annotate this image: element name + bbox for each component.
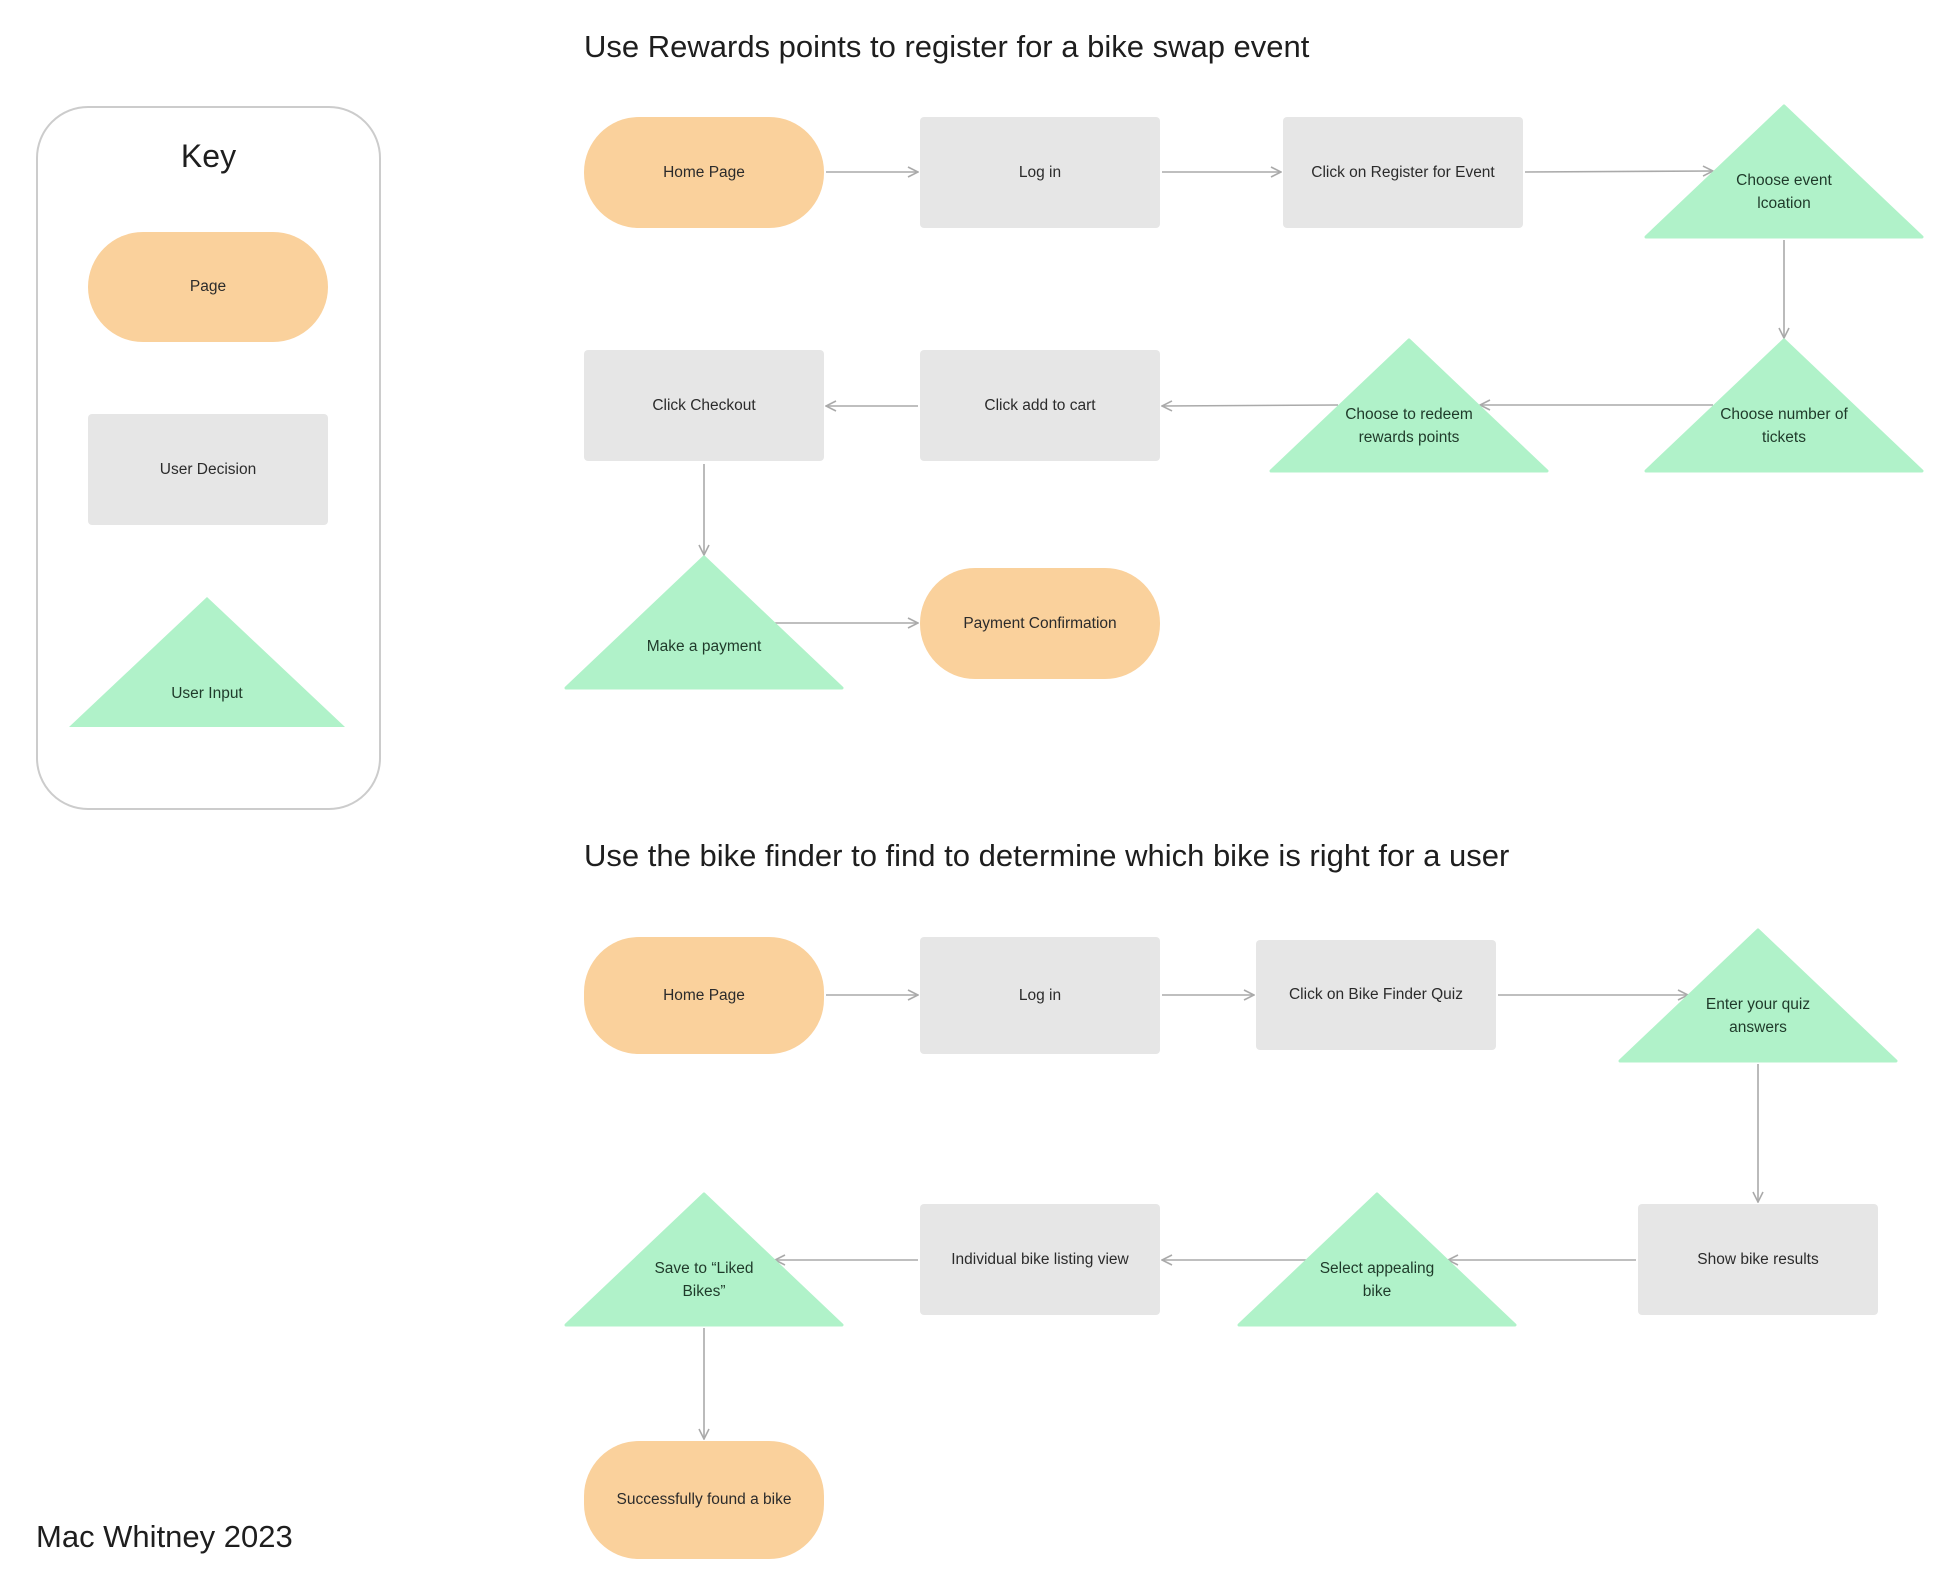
legend-input-shape (69, 597, 345, 727)
input-node-label: Save to “Liked Bikes” (654, 1260, 754, 1300)
legend-input-label: User Input (171, 685, 243, 702)
decision-node-f1-checkout[interactable]: Click Checkout (584, 350, 824, 461)
page-node-f1-home[interactable]: Home Page (584, 117, 824, 228)
input-node-label: Select appealing bike (1319, 1260, 1435, 1300)
decision-node-f2-listing[interactable]: Individual bike listing view (920, 1204, 1160, 1315)
page-node-f1-confirm[interactable]: Payment Confirmation (920, 568, 1160, 679)
input-node-label: Choose to redeem rewards points (1345, 406, 1473, 446)
decision-node-f1-addcart[interactable]: Click add to cart (920, 350, 1160, 461)
node-label: Home Page (663, 163, 745, 181)
node-label: Individual bike listing view (951, 1250, 1129, 1268)
node-label: Home Page (663, 986, 745, 1004)
node-label: Log in (1018, 163, 1062, 181)
author-credit: Mac Whitney 2023 (36, 1519, 293, 1554)
decision-node-f1-login[interactable]: Log in (920, 117, 1160, 228)
node-label: Payment Confirmation (963, 614, 1117, 632)
input-node-label: Choose event lcoation (1736, 172, 1832, 212)
input-node-label: Choose number of tickets (1720, 406, 1848, 446)
decision-node-f1-register[interactable]: Click on Register for Event (1283, 117, 1523, 228)
input-node-label: Enter your quiz answers (1705, 996, 1811, 1036)
page-node-f2-found[interactable]: Successfully found a bike (584, 1441, 824, 1559)
page-node-f2-home[interactable]: Home Page (584, 937, 824, 1054)
decision-node-f2-quiz[interactable]: Click on Bike Finder Quiz (1256, 940, 1496, 1050)
node-label: Click Checkout (652, 396, 756, 414)
node-label: Click on Register for Event (1311, 163, 1495, 181)
node-label: Click on Bike Finder Quiz (1288, 986, 1463, 1003)
decision-node-f2-login[interactable]: Log in (920, 937, 1160, 1054)
decision-node-f2-results[interactable]: Show bike results (1638, 1204, 1878, 1315)
node-label: Log in (1018, 986, 1062, 1004)
input-node-label: Make a payment (646, 638, 762, 655)
node-label: Successfully found a bike (616, 1491, 792, 1508)
node-label: Click add to cart (984, 396, 1096, 414)
diagram-canvas (69, 104, 1924, 1586)
node-label: Show bike results (1697, 1250, 1819, 1268)
